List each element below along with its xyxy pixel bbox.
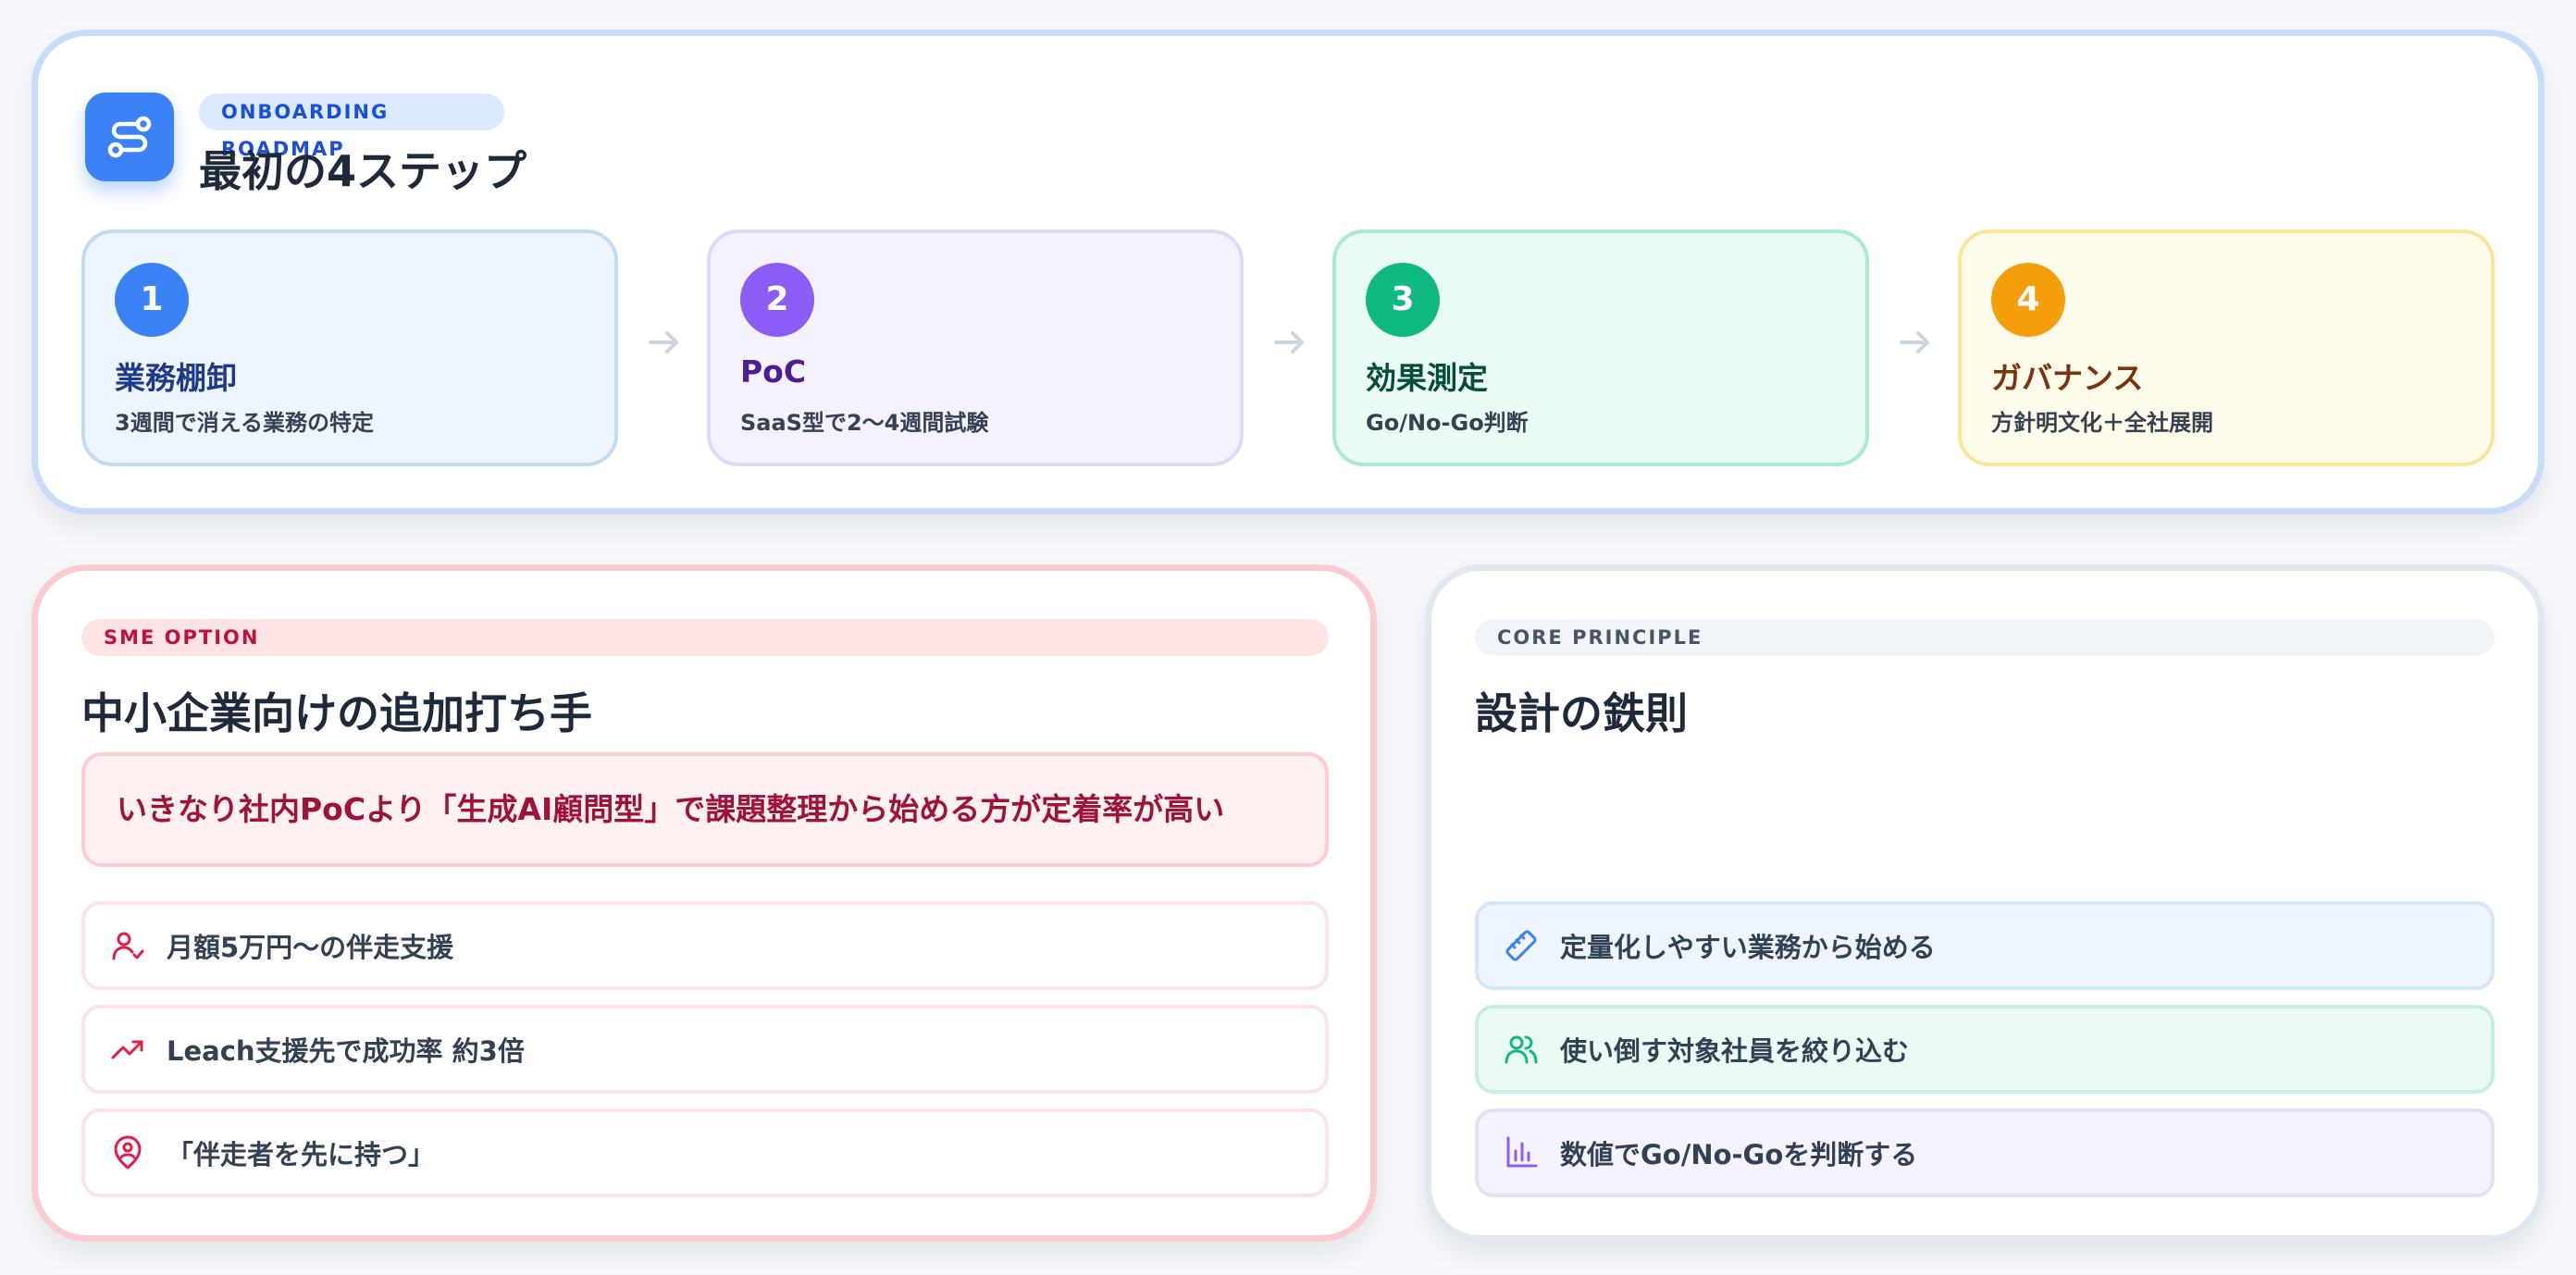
list-item: 数値でGo/No-Goを判断する — [1475, 1108, 2495, 1197]
list-item-text: 使い倒す対象社員を絞り込む — [1560, 1035, 1910, 1067]
trending-up-icon — [109, 1031, 146, 1068]
list-item: 月額5万円〜の伴走支援 — [81, 901, 1329, 990]
ruler-icon — [1503, 927, 1540, 964]
step-title: 効果測定 — [1366, 360, 1488, 396]
list-item: 「伴走者を先に持つ」 — [81, 1108, 1329, 1197]
core-title: 設計の鉄則 — [1475, 688, 1688, 738]
step-number: 3 — [1366, 263, 1440, 337]
list-item: 使い倒す対象社員を絞り込む — [1475, 1005, 2495, 1094]
step-subtitle: SaaS型で2〜4週間試験 — [740, 410, 989, 436]
step-subtitle: 方針明文化＋全社展開 — [1991, 410, 2213, 436]
user-check-icon — [109, 927, 146, 964]
sme-title: 中小企業向けの追加打ち手 — [81, 688, 592, 738]
step-card-3: 3 効果測定 Go/No-Go判断 — [1332, 229, 1869, 466]
sme-highlight: いきなり社内PoCより「生成AI顧問型」で課題整理から始める方が定着率が高い — [81, 752, 1329, 867]
core-badge: CORE PRINCIPLE — [1475, 619, 2495, 656]
list-item-text: 月額5万円〜の伴走支援 — [167, 932, 454, 963]
step-subtitle: Go/No-Go判断 — [1366, 410, 1529, 436]
arrow-right-icon — [1900, 331, 1929, 353]
sme-badge: SME OPTION — [81, 619, 1329, 656]
route-icon — [85, 93, 174, 181]
step-subtitle: 3週間で消える業務の特定 — [115, 410, 374, 436]
arrow-right-icon — [1274, 331, 1304, 353]
list-item-text: Leach支援先で成功率 約3倍 — [167, 1035, 525, 1067]
step-card-1: 1 業務棚卸 3週間で消える業務の特定 — [81, 229, 618, 466]
list-item-text: 数値でGo/No-Goを判断する — [1560, 1139, 1918, 1170]
users-icon — [1503, 1031, 1540, 1068]
core-principle-card: CORE PRINCIPLE 設計の鉄則 定量化しやすい業務から始める 使い倒す… — [1425, 564, 2545, 1242]
step-number: 1 — [115, 263, 189, 337]
list-item-text: 「伴走者を先に持つ」 — [167, 1139, 436, 1170]
step-title: 業務棚卸 — [115, 360, 237, 396]
step-title: ガバナンス — [1991, 360, 2144, 396]
roadmap-card: ONBOARDING ROADMAP 最初の4ステップ 1 業務棚卸 3週間で消… — [31, 30, 2545, 514]
list-item: Leach支援先で成功率 約3倍 — [81, 1005, 1329, 1094]
step-card-4: 4 ガバナンス 方針明文化＋全社展開 — [1958, 229, 2495, 466]
user-pin-icon — [109, 1134, 146, 1171]
step-number: 2 — [740, 263, 814, 337]
arrow-right-icon — [649, 331, 678, 353]
sme-option-card: SME OPTION 中小企業向けの追加打ち手 いきなり社内PoCより「生成AI… — [31, 564, 1377, 1242]
bar-chart-icon — [1503, 1134, 1540, 1171]
step-number: 4 — [1991, 263, 2065, 337]
step-card-2: 2 PoC SaaS型で2〜4週間試験 — [707, 229, 1244, 466]
roadmap-title: 最初の4ステップ — [199, 146, 527, 196]
list-item: 定量化しやすい業務から始める — [1475, 901, 2495, 990]
step-title: PoC — [740, 353, 807, 390]
roadmap-badge: ONBOARDING ROADMAP — [199, 93, 504, 160]
list-item-text: 定量化しやすい業務から始める — [1560, 932, 1936, 963]
